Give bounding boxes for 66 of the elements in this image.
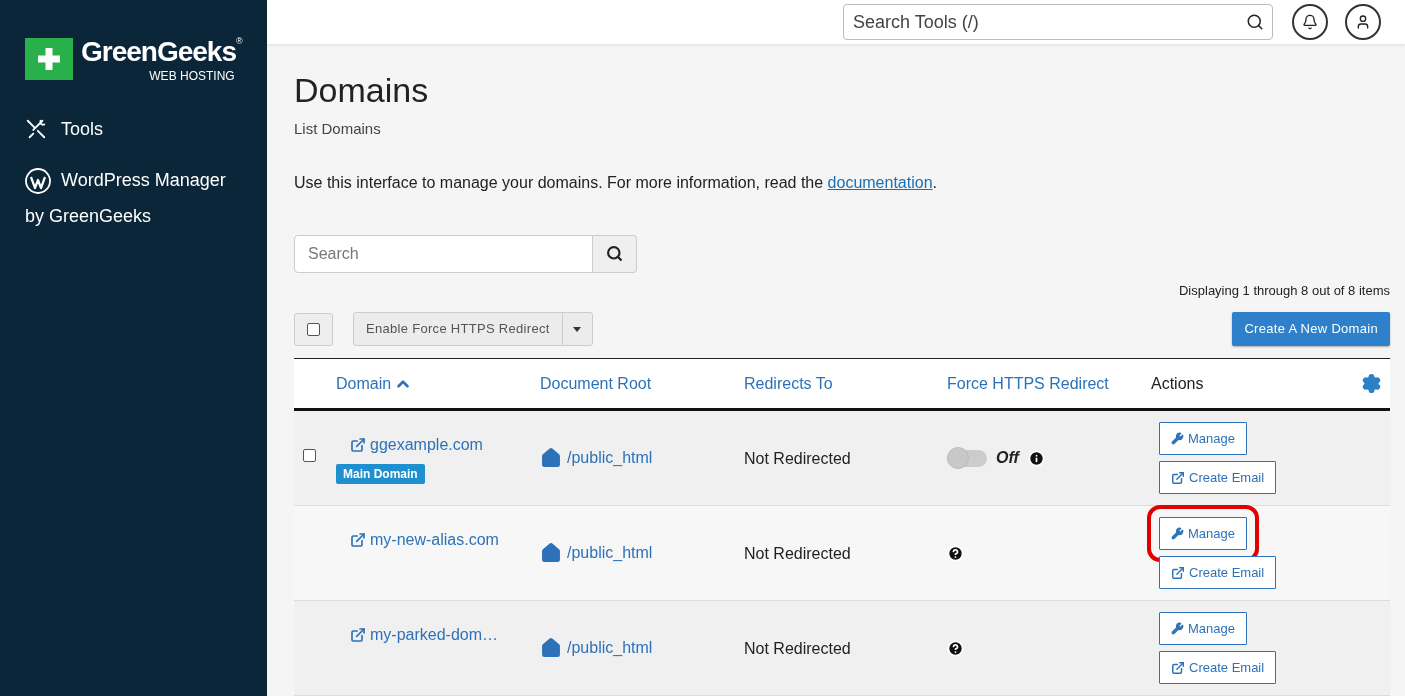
select-all-checkbox[interactable] bbox=[307, 322, 320, 336]
search-button[interactable] bbox=[593, 234, 637, 273]
item-count: Displaying 1 through 8 out of 8 items bbox=[1179, 281, 1390, 300]
external-link-icon bbox=[350, 627, 366, 643]
registered-mark: ® bbox=[236, 36, 243, 46]
toggle-label: Off bbox=[996, 448, 1019, 468]
house-icon bbox=[540, 542, 562, 564]
external-link-icon bbox=[1171, 470, 1185, 485]
search-field[interactable]: Search bbox=[294, 234, 593, 273]
documentation-link[interactable]: documentation bbox=[827, 173, 933, 191]
logo-name: GreenGeeks bbox=[81, 36, 236, 68]
help-icon bbox=[947, 639, 964, 657]
wrench-icon bbox=[1171, 432, 1184, 445]
redirect-status: Not Redirected bbox=[744, 639, 851, 659]
page-subtitle: List Domains bbox=[294, 119, 382, 139]
create-email-button[interactable]: Create Email bbox=[1159, 651, 1277, 684]
create-email-button[interactable]: Create Email bbox=[1159, 461, 1277, 494]
column-header-link[interactable]: Document Root bbox=[540, 371, 652, 396]
main-domain-badge: Main Domain bbox=[336, 464, 425, 484]
tools-icon bbox=[25, 118, 47, 140]
logo-tagline: WEB HOSTING bbox=[149, 70, 235, 82]
folder-path-link[interactable]: /public_html bbox=[540, 541, 653, 565]
create-domain-button[interactable]: Create A New Domain bbox=[1232, 312, 1390, 346]
external-link-icon bbox=[350, 437, 366, 453]
website-link[interactable]: ggexample.com bbox=[350, 433, 483, 457]
search-icon bbox=[606, 245, 623, 262]
sidebar-link[interactable]: WordPress Manager by GreenGeeks bbox=[25, 162, 240, 234]
wrench-icon bbox=[1171, 622, 1184, 635]
select-all-button[interactable] bbox=[294, 312, 333, 346]
external-link-icon bbox=[1171, 565, 1185, 580]
settings-icon bbox=[1361, 373, 1382, 394]
settings-button[interactable] bbox=[1361, 373, 1382, 394]
column-header-link[interactable]: Domain bbox=[336, 371, 413, 396]
column-header-link[interactable]: Force HTTPS Redirect bbox=[947, 371, 1109, 396]
info-icon bbox=[1027, 449, 1045, 467]
manage-button[interactable]: Manage bbox=[1159, 612, 1247, 645]
notifications-button[interactable] bbox=[1292, 4, 1328, 40]
website-link[interactable]: my-parked-dom… bbox=[350, 623, 499, 647]
tools-search-field[interactable]: Search Tools (/) bbox=[843, 4, 1273, 40]
house-icon bbox=[540, 637, 562, 659]
folder-path-link[interactable]: /public_html bbox=[540, 446, 653, 470]
user-icon bbox=[1355, 14, 1371, 30]
manage-button[interactable]: Manage bbox=[1159, 422, 1247, 455]
intro-text: Use this interface to manage your domains. For more information, read the documentation. bbox=[294, 172, 938, 193]
column-header-link[interactable]: Redirects To bbox=[744, 371, 833, 396]
row-checkbox[interactable] bbox=[303, 449, 316, 462]
redirect-status: Not Redirected bbox=[744, 449, 851, 469]
search-icon bbox=[1246, 13, 1264, 31]
folder-path-link[interactable]: /public_html bbox=[540, 636, 653, 660]
account-button[interactable] bbox=[1345, 4, 1381, 40]
house-icon bbox=[540, 447, 562, 469]
website-link[interactable]: my-new-alias.com bbox=[350, 528, 499, 552]
https-toggle[interactable] bbox=[947, 449, 987, 467]
caret-icon bbox=[573, 326, 582, 332]
wordpress-icon bbox=[25, 168, 51, 195]
wrench-icon bbox=[1171, 527, 1184, 540]
create-email-button[interactable]: Create Email bbox=[1159, 556, 1277, 589]
external-link-icon bbox=[1171, 660, 1185, 675]
page-title: Domains bbox=[294, 70, 430, 110]
help-icon bbox=[947, 544, 964, 562]
column-header: Actions bbox=[1151, 373, 1204, 394]
logo-plus-icon bbox=[25, 38, 73, 80]
redirect-status: Not Redirected bbox=[744, 544, 851, 564]
external-link-icon bbox=[350, 532, 366, 548]
sidebar-link[interactable]: Tools bbox=[25, 112, 267, 146]
bell-icon bbox=[1302, 14, 1318, 30]
